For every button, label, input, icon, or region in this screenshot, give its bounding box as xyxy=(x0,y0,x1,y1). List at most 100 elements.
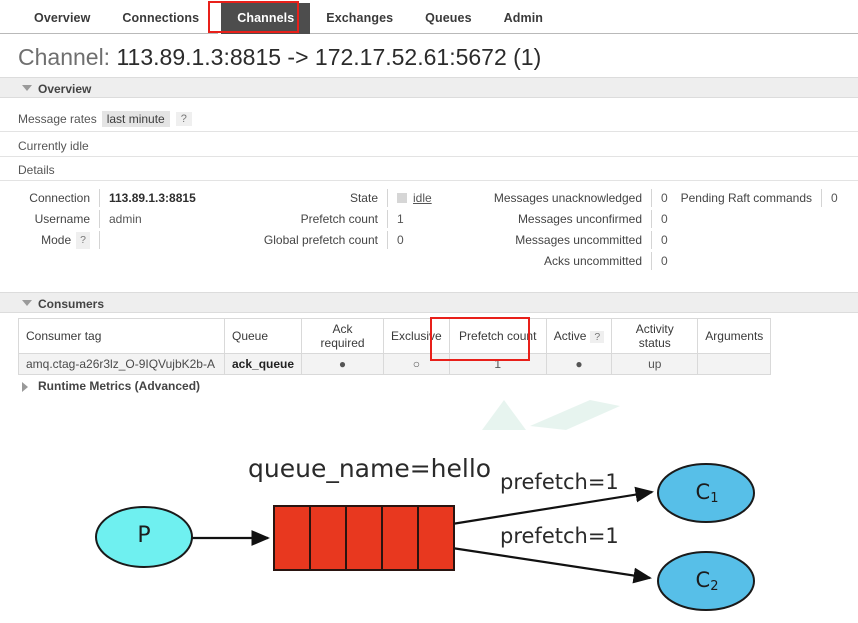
column-header-ack-required[interactable]: Ack required xyxy=(301,318,385,354)
queue-name-label: queue_name=hello xyxy=(248,454,492,483)
detail-key-mode: Mode ? xyxy=(18,231,100,249)
column-header-activity-status[interactable]: Activity status xyxy=(611,318,699,354)
producer-node xyxy=(95,506,193,568)
detail-value-username: admin xyxy=(109,211,142,226)
detail-row-mode: Mode ? xyxy=(18,231,196,249)
nav-items: Overview Connections Channels Exchanges … xyxy=(0,0,858,34)
page-title-value: 113.89.1.3:8815 -> 172.17.52.61:5672 (1) xyxy=(116,44,542,70)
page-root: Overview Connections Channels Exchanges … xyxy=(0,0,858,623)
diagram-canvas xyxy=(95,463,755,611)
nav-tab-connections[interactable]: Connections xyxy=(106,5,215,34)
detail-row-messages-unconfirmed: Messages unconfirmed 0 xyxy=(487,210,668,228)
detail-key-messages-unconfirmed: Messages unconfirmed xyxy=(487,210,652,228)
prefetch-label-top: prefetch=1 xyxy=(500,470,619,494)
table-row[interactable]: amq.ctag-a26r3lz_O-9IQVujbK2b-A ack_queu… xyxy=(18,353,772,375)
detail-value-global-prefetch-count: 0 xyxy=(397,232,404,247)
section-header-runtime-metrics[interactable]: Runtime Metrics (Advanced) xyxy=(0,376,858,397)
detail-value-connection[interactable]: 113.89.1.3:8815 xyxy=(100,190,196,207)
state-swatch-icon xyxy=(397,193,407,204)
details-label: Details xyxy=(18,163,55,177)
detail-row-pending-raft-commands: Pending Raft commands 0 xyxy=(680,189,838,207)
detail-row-messages-unacknowledged: Messages unacknowledged 0 xyxy=(487,189,668,207)
detail-key-connection: Connection xyxy=(18,189,100,207)
consumer2-node xyxy=(657,551,755,611)
message-rates-label: Message rates xyxy=(18,112,97,126)
divider-message-rates xyxy=(0,131,858,132)
detail-value-messages-uncommitted: 0 xyxy=(661,232,668,247)
details-column-raft: Pending Raft commands 0 xyxy=(680,189,838,210)
nav-tab-channels[interactable]: Channels xyxy=(218,3,311,34)
detail-row-username: Username admin xyxy=(18,210,196,228)
section-title-overview: Overview xyxy=(38,82,92,96)
column-header-consumer-tag[interactable]: Consumer tag xyxy=(18,318,225,354)
nav-tab-admin[interactable]: Admin xyxy=(488,5,559,34)
detail-key-username: Username xyxy=(18,210,100,228)
divider-idle xyxy=(0,156,858,157)
column-header-exclusive[interactable]: Exclusive xyxy=(383,318,450,354)
nav-tab-exchanges[interactable]: Exchanges xyxy=(310,5,409,34)
consumer1-node xyxy=(657,463,755,523)
column-header-active-text: Active xyxy=(553,329,587,343)
column-header-active[interactable]: Active? xyxy=(545,318,613,354)
column-header-arguments[interactable]: Arguments xyxy=(697,318,772,354)
chevron-down-icon xyxy=(22,300,32,306)
active-help-icon[interactable]: ? xyxy=(590,331,605,343)
page-title: Channel: 113.89.1.3:8815 -> 172.17.52.61… xyxy=(18,44,541,71)
message-rates-period-chip[interactable]: last minute xyxy=(101,111,170,127)
detail-key-messages-unacknowledged: Messages unacknowledged xyxy=(487,189,652,207)
details-column-connection: Connection 113.89.1.3:8815 Username admi… xyxy=(18,189,196,252)
detail-row-state: State idle xyxy=(248,189,432,207)
detail-value-state-text[interactable]: idle xyxy=(413,191,432,205)
page-title-label: Channel: xyxy=(18,44,111,70)
cell-prefetch-count: 1 xyxy=(448,353,547,375)
detail-key-acks-uncommitted: Acks uncommitted xyxy=(487,252,652,270)
consumers-table: Consumer tag Queue Ack required Exclusiv… xyxy=(18,318,772,375)
cell-ack-required: ● xyxy=(301,353,385,375)
cell-queue[interactable]: ack_queue xyxy=(223,353,303,375)
divider-details xyxy=(0,180,858,181)
cell-arguments xyxy=(697,353,772,375)
arrow-queue-to-consumer2 xyxy=(451,546,652,584)
details-column-messages: Messages unacknowledged 0 Messages uncon… xyxy=(487,189,668,273)
detail-key-prefetch-count: Prefetch count xyxy=(248,210,388,228)
cell-active: ● xyxy=(545,353,613,375)
detail-row-messages-uncommitted: Messages uncommitted 0 xyxy=(487,231,668,249)
chevron-down-icon xyxy=(22,85,32,91)
section-title-runtime-metrics: Runtime Metrics (Advanced) xyxy=(38,379,201,393)
detail-row-connection: Connection 113.89.1.3:8815 xyxy=(18,189,196,207)
cell-exclusive: ○ xyxy=(383,353,450,375)
detail-key-state: State xyxy=(248,189,388,207)
section-header-overview[interactable]: Overview xyxy=(0,77,858,98)
nav-tab-queues[interactable]: Queues xyxy=(409,5,487,34)
arrow-queue-to-consumer1 xyxy=(451,486,654,526)
detail-key-pending-raft-commands: Pending Raft commands xyxy=(680,189,822,207)
detail-value-messages-unconfirmed: 0 xyxy=(661,211,668,226)
main-navigation: Overview Connections Channels Exchanges … xyxy=(0,0,858,34)
detail-row-global-prefetch-count: Global prefetch count 0 xyxy=(248,231,432,249)
prefetch-label-bottom: prefetch=1 xyxy=(500,524,619,548)
prefetch-diagram: queue_name=hello prefetch=1 prefetch=1 P… xyxy=(0,396,858,623)
message-rates-help-icon[interactable]: ? xyxy=(175,112,192,126)
currently-idle-text: Currently idle xyxy=(18,139,89,153)
detail-value-acks-uncommitted: 0 xyxy=(661,253,668,268)
detail-key-mode-text: Mode xyxy=(41,232,72,247)
cell-consumer-tag: amq.ctag-a26r3lz_O-9IQVujbK2b-A xyxy=(18,353,225,375)
nav-tab-overview[interactable]: Overview xyxy=(18,5,106,34)
mode-help-icon[interactable]: ? xyxy=(76,231,90,249)
section-title-consumers: Consumers xyxy=(38,297,105,311)
column-header-queue[interactable]: Queue xyxy=(223,318,303,354)
message-rates-row: Message rates last minute ? xyxy=(18,111,192,127)
detail-value-state: idle xyxy=(388,190,432,207)
detail-row-acks-uncommitted: Acks uncommitted 0 xyxy=(487,252,668,270)
details-column-state: State idle Prefetch count 1 Global prefe… xyxy=(248,189,432,252)
section-header-consumers[interactable]: Consumers xyxy=(0,292,858,313)
detail-value-prefetch-count: 1 xyxy=(397,211,404,226)
detail-key-messages-uncommitted: Messages uncommitted xyxy=(487,231,652,249)
detail-value-pending-raft-commands: 0 xyxy=(831,190,838,205)
detail-value-messages-unacknowledged: 0 xyxy=(661,190,668,205)
column-header-prefetch-count[interactable]: Prefetch count xyxy=(448,318,547,354)
cell-activity-status: up xyxy=(611,353,699,375)
chevron-right-icon xyxy=(22,382,28,392)
detail-row-prefetch-count: Prefetch count 1 xyxy=(248,210,432,228)
queue-node xyxy=(273,505,455,571)
